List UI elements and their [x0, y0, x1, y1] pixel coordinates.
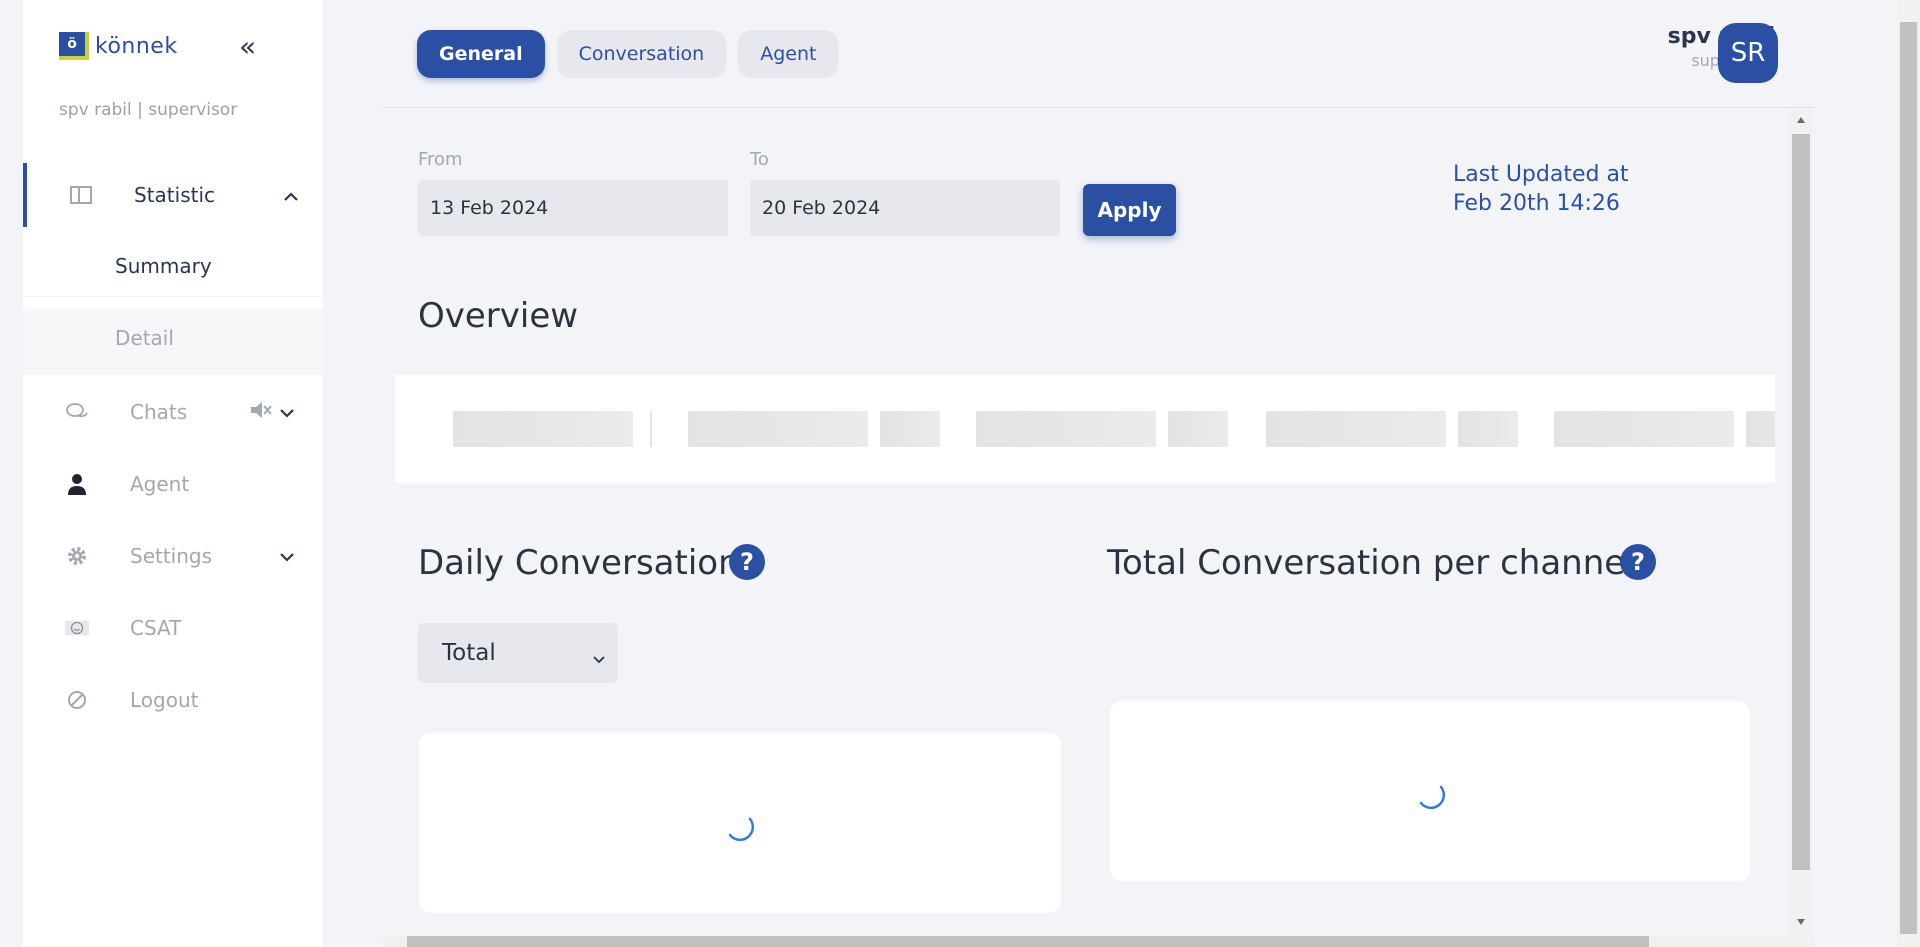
last-updated-value: Feb 20th 14:26 [1453, 191, 1620, 216]
to-label: To [750, 149, 769, 170]
sidebar-item-agent[interactable]: Agent [23, 452, 323, 516]
last-updated: Last Updated at Feb 20th 14:26 [1453, 160, 1629, 218]
sidebar-item-chats[interactable]: Chats [23, 380, 323, 444]
left-gutter [0, 0, 23, 947]
last-updated-label: Last Updated at [1453, 162, 1629, 187]
gear-icon [65, 544, 89, 568]
sidebar-subitem-summary[interactable]: Summary [23, 237, 323, 297]
content-horizontal-scrollbar[interactable] [383, 936, 1815, 947]
skeleton-placeholder [453, 411, 633, 447]
daily-series-select[interactable]: Total [418, 623, 618, 683]
sidebar-item-label: Chats [130, 400, 188, 424]
sidebar-item-label: Logout [130, 688, 199, 712]
from-date-input[interactable] [418, 180, 728, 236]
top-tabs: General Conversation Agent [417, 30, 839, 78]
speaker-muted-icon[interactable] [249, 399, 273, 425]
content-vertical-scrollbar[interactable] [1790, 108, 1812, 938]
logout-icon [65, 688, 89, 712]
skeleton-placeholder [688, 411, 868, 447]
sidebar-item-csat[interactable]: CSAT [23, 596, 323, 660]
sidebar-item-settings[interactable]: Settings [23, 524, 323, 588]
main-content: From To Apply Last Updated at Feb 20th 1… [383, 108, 1815, 938]
sidebar-item-statistic[interactable]: Statistic [23, 163, 323, 227]
logo: ö könnek [59, 32, 178, 60]
to-date-input[interactable] [750, 180, 1060, 236]
chevron-down-icon [279, 547, 295, 566]
overview-card [395, 375, 1775, 483]
sidebar-subitem-label: Detail [115, 326, 174, 350]
tab-conversation[interactable]: Conversation [556, 30, 727, 78]
chevron-down-icon [279, 403, 295, 422]
per-channel-title: Total Conversation per channel [1107, 543, 1635, 583]
skeleton-placeholder [976, 411, 1156, 447]
loading-spinner-icon [728, 817, 754, 841]
chevron-down-icon [592, 645, 606, 671]
skeleton-placeholder [1746, 411, 1775, 447]
chevron-up-icon [283, 186, 299, 205]
page-vertical-scrollbar[interactable] [1897, 0, 1920, 947]
content-horizontal-scroll-thumb[interactable] [407, 936, 1649, 947]
tab-agent[interactable]: Agent [738, 30, 839, 78]
loading-spinner-icon [1419, 785, 1445, 809]
scroll-up-arrow-icon[interactable] [1796, 116, 1806, 124]
page-vertical-scroll-thumb[interactable] [1900, 22, 1917, 934]
person-icon [65, 472, 89, 496]
sidebar-item-label: Settings [130, 544, 213, 568]
sidebar-subitem-label: Summary [115, 254, 212, 278]
sidebar-item-label: Statistic [134, 183, 216, 207]
collapse-sidebar-button[interactable]: « [239, 32, 256, 62]
logo-mark: ö [59, 32, 89, 60]
skeleton-placeholder [880, 411, 940, 447]
tab-general[interactable]: General [417, 30, 545, 78]
skeleton-placeholder [1458, 411, 1518, 447]
logo-text: könnek [95, 33, 178, 59]
smiley-icon [65, 616, 89, 640]
avatar[interactable]: SR [1718, 23, 1778, 83]
from-label: From [418, 149, 463, 170]
sidebar-item-logout[interactable]: Logout [23, 668, 323, 732]
content-vertical-scroll-thumb[interactable] [1792, 134, 1810, 870]
daily-conversation-title: Daily Conversation [418, 543, 740, 583]
columns-icon [69, 183, 93, 207]
apply-button[interactable]: Apply [1083, 184, 1176, 236]
skeleton-placeholder [1554, 411, 1734, 447]
per-channel-help-icon[interactable]: ? [1620, 544, 1656, 580]
select-value: Total [442, 640, 496, 666]
chat-icon [65, 400, 89, 424]
skeleton-placeholder [1168, 411, 1228, 447]
per-channel-chart-card [1110, 701, 1750, 881]
sidebar-item-label: CSAT [130, 616, 182, 640]
daily-chart-card [419, 733, 1061, 913]
skeleton-placeholder [1266, 411, 1446, 447]
sidebar: ö könnek « spv rabil | supervisor Statis… [23, 0, 323, 947]
sidebar-item-label: Agent [130, 472, 190, 496]
scroll-down-arrow-icon[interactable] [1796, 918, 1806, 926]
overview-title: Overview [418, 296, 579, 336]
skeleton-divider [650, 411, 652, 447]
sidebar-subitem-detail[interactable]: Detail [23, 309, 323, 375]
daily-help-icon[interactable]: ? [729, 544, 765, 580]
sidebar-user-line: spv rabil | supervisor [59, 100, 238, 120]
